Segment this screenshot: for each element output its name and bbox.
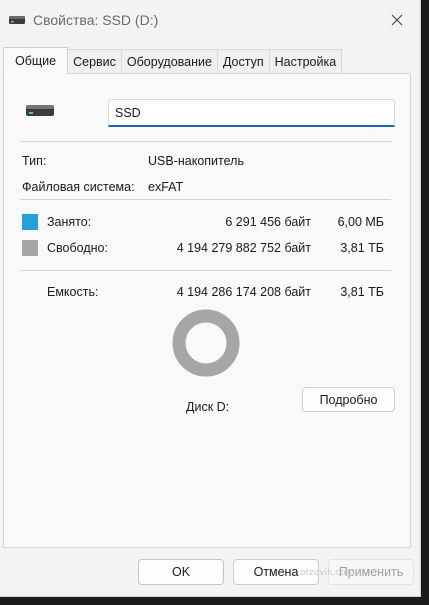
tab-general[interactable]: Общие: [3, 47, 69, 74]
properties-window: Свойства: SSD (D:) Общие Сервис Оборудов…: [0, 0, 421, 597]
tab-hardware[interactable]: Оборудование: [120, 49, 218, 74]
divider: [20, 270, 391, 271]
general-panel: Тип: USB-накопитель Файловая система: ex…: [3, 73, 411, 548]
close-icon: [391, 14, 403, 26]
watermark-text: otzovik.com: [300, 568, 355, 578]
capacity-bytes: 4 194 286 174 208 байт: [176, 285, 311, 299]
disk-label: Диск D:: [186, 400, 230, 414]
filesystem-value: exFAT: [148, 180, 184, 194]
divider: [20, 141, 391, 142]
free-bytes: 4 194 279 882 752 байт: [176, 241, 311, 255]
drive-name-input[interactable]: [108, 99, 395, 127]
used-space-swatch: [22, 214, 38, 230]
capacity-size: 3,81 ТБ: [340, 285, 384, 299]
usage-donut-chart: [172, 309, 240, 377]
filesystem-label: Файловая система:: [22, 180, 135, 194]
tab-tools[interactable]: Сервис: [67, 49, 122, 74]
used-bytes: 6 291 456 байт: [225, 215, 311, 229]
tab-strip: Общие Сервис Оборудование Доступ Настрой…: [3, 47, 343, 74]
drive-icon: [9, 16, 25, 24]
free-space-ring: [172, 309, 240, 377]
used-size: 6,00 МБ: [337, 215, 384, 229]
tab-customize[interactable]: Настройка: [268, 49, 343, 74]
used-label: Занято:: [47, 215, 92, 229]
type-label: Тип:: [22, 154, 47, 168]
type-value: USB-накопитель: [148, 154, 244, 168]
free-space-swatch: [22, 240, 38, 256]
drive-icon: [26, 105, 54, 116]
ok-button[interactable]: OK: [138, 559, 224, 585]
window-title: Свойства: SSD (D:): [33, 12, 159, 28]
free-size: 3,81 ТБ: [340, 241, 384, 255]
free-label: Свободно:: [47, 241, 108, 255]
tab-sharing[interactable]: Доступ: [216, 49, 270, 74]
capacity-label: Емкость:: [47, 285, 99, 299]
close-button[interactable]: [374, 2, 420, 38]
details-button[interactable]: Подробно: [302, 387, 395, 412]
divider: [20, 199, 391, 200]
title-bar: Свойства: SSD (D:): [0, 0, 420, 42]
